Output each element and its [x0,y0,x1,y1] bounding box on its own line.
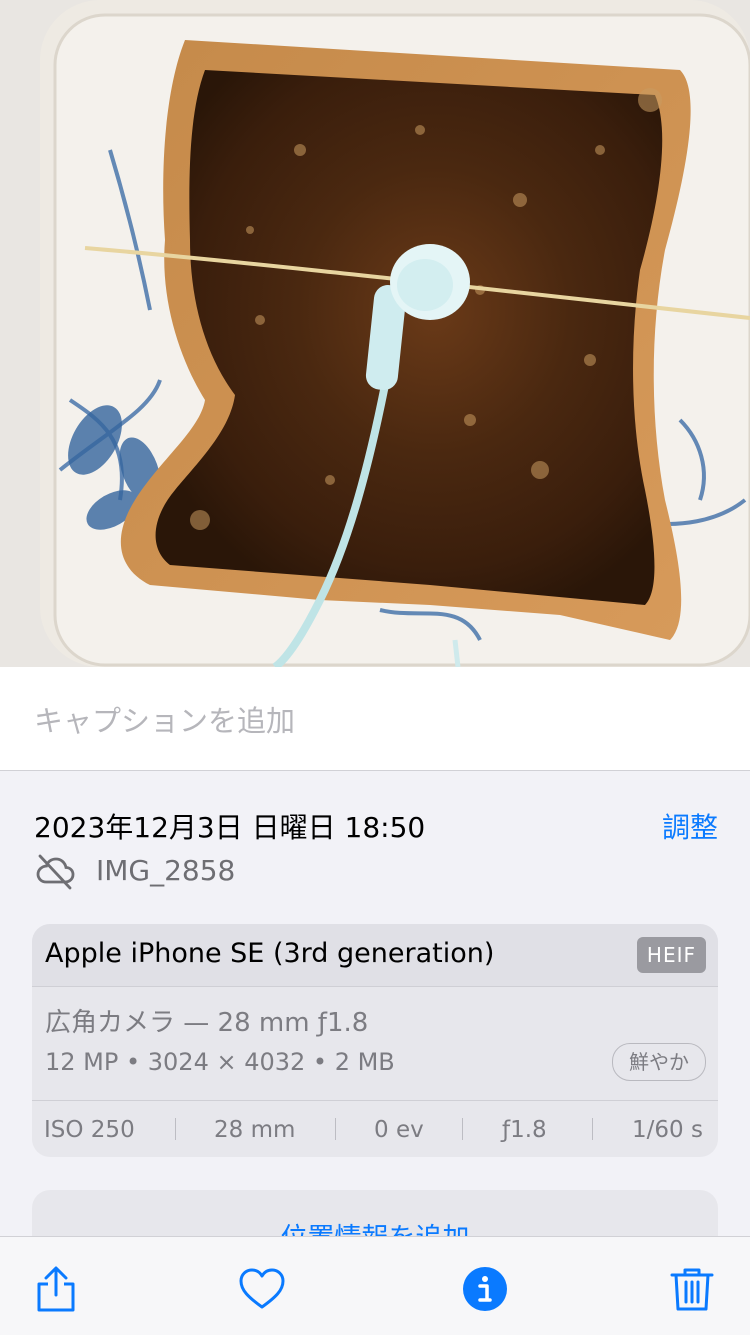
exif-shutter-speed: 1/60 s [632,1117,703,1143]
lens-info: 広角カメラ — 28 mm ƒ1.8 [45,1008,369,1038]
exif-iso: ISO 250 [44,1117,135,1143]
camera-info-card[interactable]: Apple iPhone SE (3rd generation) HEIF 広角… [32,924,718,1157]
file-name: IMG_2858 [96,854,236,887]
share-icon[interactable] [32,1265,80,1313]
info-icon[interactable] [461,1265,509,1313]
device-name: Apple iPhone SE (3rd generation) [45,938,495,969]
image-specs: 12 MP • 3024 × 4032 • 2 MB [45,1048,395,1076]
heart-icon[interactable] [238,1265,286,1313]
trash-icon[interactable] [668,1265,716,1313]
caption-input[interactable] [34,699,714,743]
exif-aperture: ƒ1.8 [502,1117,547,1143]
bottom-toolbar [0,1236,750,1335]
exif-divider [462,1118,463,1140]
exif-divider [592,1118,593,1140]
icloud-slash-icon [36,854,75,890]
exif-exposure-value: 0 ev [374,1117,424,1143]
adjust-button[interactable]: 調整 [662,806,718,846]
exif-divider [175,1118,176,1140]
format-badge: HEIF [636,937,706,973]
photographic-style-badge: 鮮やか [612,1043,706,1081]
date-row: 2023年12月3日 日曜日 18:50 調整 [34,802,718,846]
exif-divider [335,1118,336,1140]
camera-card-header: Apple iPhone SE (3rd generation) HEIF [32,924,718,987]
photo-viewer[interactable] [0,0,750,667]
exif-row: ISO 250 28 mm 0 ev ƒ1.8 1/60 s [32,1100,718,1157]
exif-focal-length: 28 mm [214,1117,296,1143]
photo-datetime: 2023年12月3日 日曜日 18:50 [34,811,426,844]
toast-photo [0,0,750,667]
file-row: IMG_2858 [34,850,534,894]
caption-area [0,667,750,771]
